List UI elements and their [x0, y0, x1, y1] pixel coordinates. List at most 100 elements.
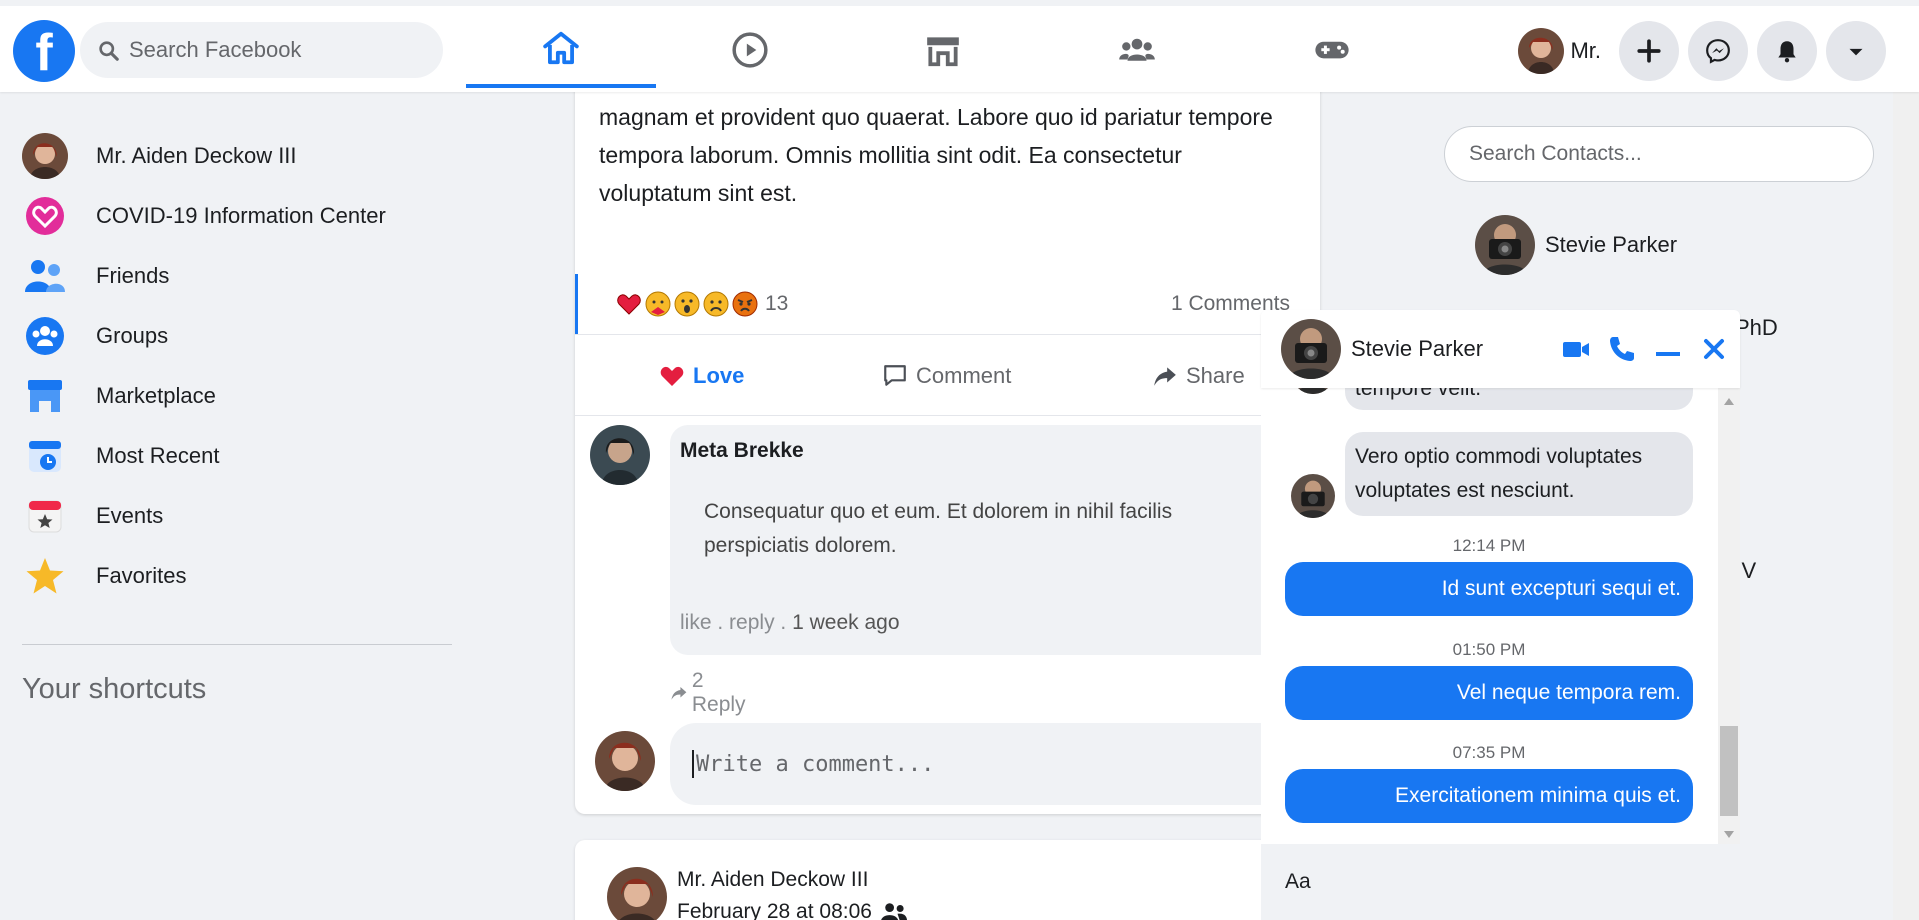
- most-recent-icon: [22, 433, 68, 479]
- chat-window: Stevie Parker tempore velit. Vero optio …: [1261, 310, 1740, 920]
- messenger-button[interactable]: [1688, 21, 1748, 81]
- contact-item[interactable]: Stevie Parker: [1465, 215, 1677, 275]
- sidebar-item-label: Events: [96, 503, 164, 528]
- meta-separator: .: [717, 611, 724, 634]
- minimize-chat-button[interactable]: [1651, 332, 1685, 366]
- sidebar-item-label: Favorites: [96, 563, 187, 588]
- scroll-down-arrow[interactable]: [1724, 831, 1734, 838]
- contacts-search[interactable]: [1444, 126, 1874, 182]
- avatar: [22, 133, 68, 179]
- chat-message-outgoing: Exercitationem minima quis et.: [1285, 769, 1693, 823]
- comment-button[interactable]: Comment: [882, 335, 1011, 417]
- reply-arrow-icon: [671, 687, 687, 700]
- search-input[interactable]: [129, 37, 429, 63]
- video-call-button[interactable]: [1559, 332, 1593, 366]
- tab-home[interactable]: [466, 12, 656, 88]
- comment-like-link[interactable]: like: [680, 611, 712, 634]
- groups-icon: [1119, 38, 1155, 61]
- contacts-search-input[interactable]: [1469, 142, 1849, 166]
- video-camera-icon: [1563, 342, 1589, 357]
- love-reaction-icon: [616, 291, 642, 317]
- avatar: [1291, 388, 1335, 394]
- view-replies-link[interactable]: 2 Reply: [670, 669, 750, 717]
- chat-message-outgoing: Vel neque tempora rem.: [1285, 666, 1693, 720]
- chat-scrollbar-thumb[interactable]: [1720, 726, 1738, 816]
- comment-icon: [884, 365, 906, 386]
- post-author[interactable]: Mr. Aiden Deckow III: [677, 868, 868, 892]
- post-actions: Love Comment Share: [575, 334, 1320, 416]
- post-card: quo nic. Ut deserunt esse at dolores aut…: [575, 76, 1320, 814]
- tab-watch[interactable]: [655, 12, 845, 88]
- love-button[interactable]: Love: [659, 335, 744, 417]
- wow-reaction-icon: [674, 291, 700, 317]
- sidebar-item-groups[interactable]: Groups: [22, 306, 452, 366]
- search-icon: [99, 40, 119, 61]
- love-label: Love: [693, 363, 745, 388]
- home-icon: [543, 31, 579, 65]
- tab-gaming[interactable]: [1237, 12, 1427, 88]
- replies-count: 2 Reply: [691, 669, 746, 716]
- sidebar-item-covid[interactable]: COVID-19 Information Center: [22, 186, 452, 246]
- post-date: February 28 at 08:06: [677, 900, 908, 920]
- reactions-summary[interactable]: 13 1 Comments: [575, 274, 1320, 334]
- post-card: Mr. Aiden Deckow III February 28 at 08:0…: [575, 840, 1320, 920]
- avatar: [590, 425, 650, 485]
- covid-heart-icon: [22, 193, 68, 239]
- events-icon: [22, 493, 68, 539]
- scroll-up-arrow[interactable]: [1724, 398, 1734, 405]
- write-comment-input[interactable]: Write a comment...: [670, 723, 1320, 805]
- sidebar-item-marketplace[interactable]: Marketplace: [22, 366, 452, 426]
- comment-reply-link[interactable]: reply: [729, 611, 775, 634]
- heart-icon: [660, 366, 684, 386]
- care-reaction-icon: [645, 291, 671, 317]
- friends-audience-icon: [881, 903, 907, 920]
- bell-icon: [1778, 41, 1796, 63]
- avatar: [607, 867, 667, 920]
- sidebar-item-events[interactable]: Events: [22, 486, 452, 546]
- gaming-icon: [1315, 41, 1349, 59]
- account-menu-button[interactable]: [1826, 21, 1886, 81]
- facebook-logo[interactable]: f: [13, 20, 75, 82]
- avatar: [595, 731, 655, 791]
- chat-scrollbar[interactable]: [1718, 388, 1740, 844]
- sidebar-item-profile[interactable]: Mr. Aiden Deckow III: [22, 126, 452, 186]
- tab-marketplace[interactable]: [848, 12, 1038, 88]
- chat-header[interactable]: Stevie Parker: [1261, 310, 1740, 388]
- comment-meta: like . reply . 1 week ago: [680, 611, 900, 635]
- meta-separator: .: [780, 611, 787, 634]
- marketplace-icon: [22, 373, 68, 419]
- comment-author[interactable]: Meta Brekke: [680, 439, 804, 463]
- sidebar-item-favorites[interactable]: Favorites: [22, 546, 452, 606]
- page-scrollbar[interactable]: [1893, 52, 1919, 920]
- search-facebook[interactable]: [80, 22, 443, 78]
- reaction-count: 13: [765, 292, 789, 315]
- profile-chip[interactable]: Mr.: [1512, 28, 1601, 74]
- chat-messages: tempore velit. Vero optio commodi volupt…: [1261, 388, 1740, 844]
- sidebar-item-most-recent[interactable]: Most Recent: [22, 426, 452, 486]
- sidebar-item-label: Mr. Aiden Deckow III: [96, 143, 297, 168]
- chat-message-text: tempore velit.: [1355, 388, 1482, 400]
- topbar-actions: Mr.: [1512, 20, 1919, 82]
- share-button[interactable]: Share: [1152, 335, 1245, 417]
- phone-icon: [1610, 337, 1634, 361]
- chat-message-incoming: tempore velit.: [1345, 388, 1693, 410]
- plus-icon: [1637, 39, 1661, 63]
- chat-message-input[interactable]: Aa: [1261, 844, 1740, 920]
- star-icon: [22, 553, 68, 599]
- close-chat-button[interactable]: [1697, 332, 1731, 366]
- avatar: [1281, 319, 1341, 379]
- tab-groups[interactable]: [1042, 12, 1232, 88]
- notifications-button[interactable]: [1757, 21, 1817, 81]
- create-button[interactable]: [1619, 21, 1679, 81]
- avatar: [1475, 215, 1535, 275]
- write-comment-placeholder: Write a comment...: [696, 751, 935, 777]
- share-label: Share: [1186, 363, 1245, 388]
- voice-call-button[interactable]: [1605, 332, 1639, 366]
- post-text: quo nic. Ut deserunt esse at dolores aut…: [599, 76, 1273, 206]
- sidebar-item-friends[interactable]: Friends: [22, 246, 452, 306]
- groups-icon: [22, 313, 68, 359]
- shortcuts-heading: Your shortcuts: [22, 673, 207, 705]
- chat-message-text: Id sunt excepturi sequi et.: [1441, 577, 1681, 600]
- chat-contact-name: Stevie Parker: [1351, 336, 1484, 361]
- friends-icon: [22, 253, 68, 299]
